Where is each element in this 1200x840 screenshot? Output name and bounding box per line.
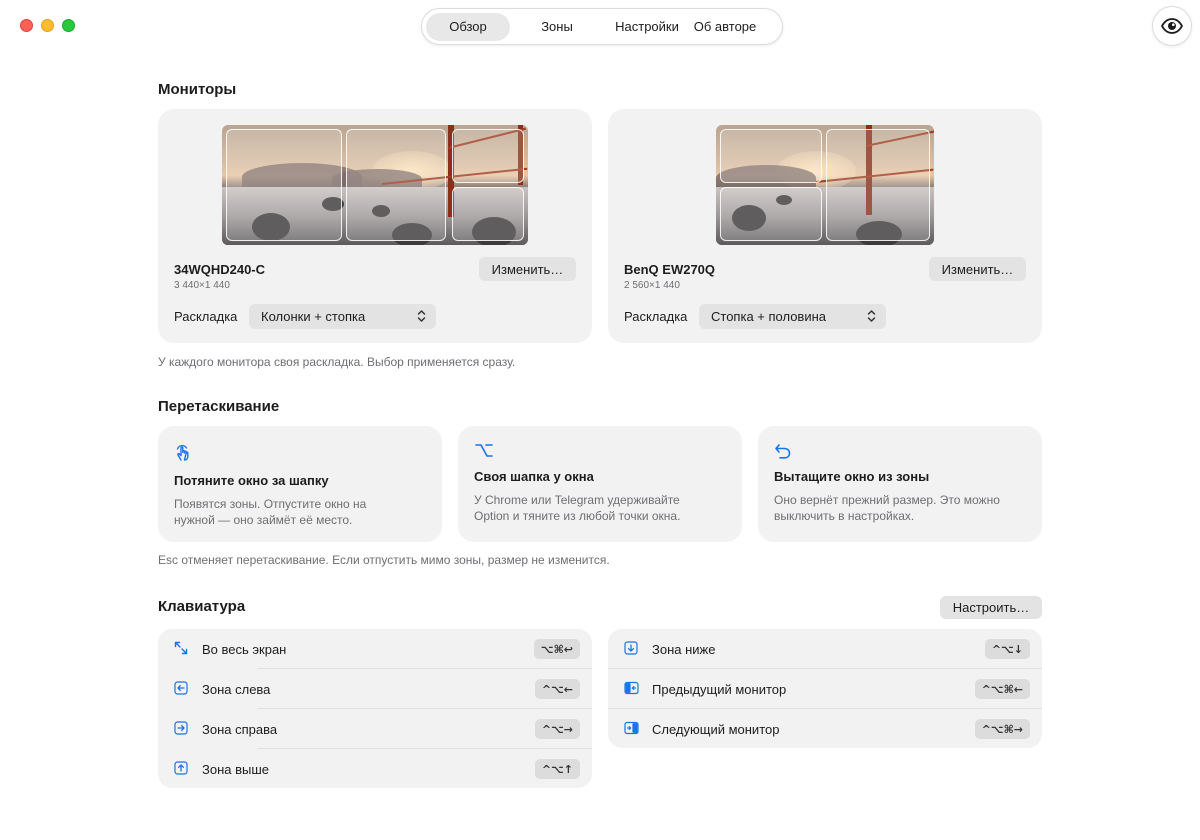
drag-card: Своя шапка у окна У Chrome или Telegram … <box>458 426 742 542</box>
drag-card-desc-line: Оно вернёт прежний размер. Это можно <box>774 493 1000 507</box>
drag-card-desc: Оно вернёт прежний размер. Это можно вык… <box>774 492 1000 524</box>
monitor-name: 34WQHD240-C <box>174 262 266 277</box>
monitors-caption: У каждого монитора своя раскладка. Выбор… <box>158 355 516 369</box>
layout-zone <box>720 129 822 183</box>
monitor-preview-image <box>222 125 528 245</box>
layout-zone <box>720 187 822 241</box>
tab-about[interactable]: Об авторе <box>690 13 760 41</box>
drag-card-desc-line: Option и тяните из любой точки окна. <box>474 509 681 523</box>
drag-card-desc: Появятся зоны. Отпустите окно на нужной … <box>174 496 366 528</box>
next-monitor-icon <box>624 721 639 735</box>
preview-button[interactable] <box>1152 6 1192 46</box>
monitor-card: 34WQHD240-C 3 440×1 440 Изменить… Раскла… <box>158 109 592 343</box>
shortcut-list: Во весь экран ⌥⌘↩ Зона слева ^⌥← Зона сп… <box>158 629 592 788</box>
shortcut-keys: ^⌥↑ <box>534 759 580 779</box>
shortcut-keys: ^⌥→ <box>534 719 580 739</box>
change-monitor-button[interactable]: Изменить… <box>929 257 1026 281</box>
arrow-down-square-icon <box>624 641 638 655</box>
section-title-monitors: Мониторы <box>158 81 237 98</box>
chevron-updown-icon <box>867 310 876 322</box>
drag-card-desc: У Chrome или Telegram удерживайте Option… <box>474 492 680 524</box>
layout-zone <box>346 129 446 241</box>
drag-caption: Esc отменяет перетаскивание. Если отпуст… <box>158 553 610 567</box>
shortcut-row[interactable]: Предыдущий монитор ^⌥⌘← <box>608 669 1042 709</box>
shortcut-label: Во весь экран <box>202 642 287 657</box>
tab-bar: Обзор Зоны Настройки Об авторе <box>421 8 783 45</box>
zoom-window-button[interactable] <box>62 19 75 32</box>
configure-shortcuts-button[interactable]: Настроить… <box>940 596 1042 619</box>
previous-monitor-icon <box>624 681 639 695</box>
layout-select[interactable]: Стопка + половина <box>699 304 886 329</box>
section-title-drag: Перетаскивание <box>158 398 280 415</box>
drag-card-title: Вытащите окно из зоны <box>774 469 930 484</box>
shortcut-label: Зона справа <box>202 722 278 737</box>
change-monitor-button[interactable]: Изменить… <box>479 257 576 281</box>
tab-settings[interactable]: Настройки <box>604 13 690 41</box>
drag-card-desc-line: выключить в настройках. <box>774 509 915 523</box>
shortcut-label: Зона выше <box>202 762 270 777</box>
shortcut-row[interactable]: Зона выше ^⌥↑ <box>158 749 592 789</box>
layout-label: Раскладка <box>174 309 238 324</box>
shortcut-label: Предыдущий монитор <box>652 682 787 697</box>
fullscreen-arrows-icon <box>174 641 188 655</box>
close-window-button[interactable] <box>20 19 33 32</box>
drag-card-desc-line: нужной — оно займёт её место. <box>174 513 353 527</box>
layout-select-value: Стопка + половина <box>711 309 827 324</box>
tab-overview[interactable]: Обзор <box>426 12 510 41</box>
arrow-right-square-icon <box>174 721 188 735</box>
monitor-preview-image <box>716 125 934 245</box>
layout-zone <box>452 129 524 183</box>
layout-zone <box>226 129 342 241</box>
layout-select-value: Колонки + стопка <box>261 309 366 324</box>
monitor-name: BenQ EW270Q <box>624 262 716 277</box>
drag-card: Потяните окно за шапку Появятся зоны. От… <box>158 426 442 542</box>
layout-zone <box>452 187 524 241</box>
shortcut-keys: ⌥⌘↩ <box>533 639 580 659</box>
shortcut-list: Зона ниже ^⌥↓ Предыдущий монитор ^⌥⌘← Сл… <box>608 629 1042 748</box>
minimize-window-button[interactable] <box>41 19 54 32</box>
shortcut-label: Следующий монитор <box>652 722 780 737</box>
chevron-updown-icon <box>417 310 426 322</box>
shortcut-row[interactable]: Зона слева ^⌥← <box>158 669 592 709</box>
shortcut-row[interactable]: Во весь экран ⌥⌘↩ <box>158 629 592 669</box>
drag-card-desc-line: У Chrome или Telegram удерживайте <box>474 493 680 507</box>
section-title-keyboard: Клавиатура <box>158 598 246 615</box>
shortcut-keys: ^⌥← <box>534 679 580 699</box>
shortcut-row[interactable]: Зона ниже ^⌥↓ <box>608 629 1042 669</box>
tab-zones[interactable]: Зоны <box>510 13 604 41</box>
drag-card-desc-line: Появятся зоны. Отпустите окно на <box>174 497 367 511</box>
window-controls <box>20 19 75 32</box>
undo-arrow-icon <box>775 444 791 459</box>
shortcut-keys: ^⌥⌘→ <box>974 719 1030 739</box>
drag-card: Вытащите окно из зоны Оно вернёт прежний… <box>758 426 1042 542</box>
shortcut-row[interactable]: Зона справа ^⌥→ <box>158 709 592 749</box>
layout-zone <box>826 129 930 241</box>
drag-card-title: Своя шапка у окна <box>474 469 594 484</box>
eye-icon <box>1161 18 1183 34</box>
arrow-up-square-icon <box>174 761 188 775</box>
layout-select[interactable]: Колонки + стопка <box>249 304 436 329</box>
drag-card-title: Потяните окно за шапку <box>174 473 329 488</box>
shortcut-row[interactable]: Следующий монитор ^⌥⌘→ <box>608 709 1042 749</box>
shortcut-keys: ^⌥⌘← <box>974 679 1030 699</box>
shortcut-label: Зона слева <box>202 682 271 697</box>
hand-pointer-icon <box>176 444 189 461</box>
option-key-icon <box>475 444 493 457</box>
shortcut-keys: ^⌥↓ <box>984 639 1030 659</box>
shortcut-label: Зона ниже <box>652 642 716 657</box>
layout-label: Раскладка <box>624 309 688 324</box>
monitor-resolution: 3 440×1 440 <box>174 280 230 291</box>
arrow-left-square-icon <box>174 681 188 695</box>
monitor-card: BenQ EW270Q 2 560×1 440 Изменить… Раскла… <box>608 109 1042 343</box>
monitor-resolution: 2 560×1 440 <box>624 280 680 291</box>
